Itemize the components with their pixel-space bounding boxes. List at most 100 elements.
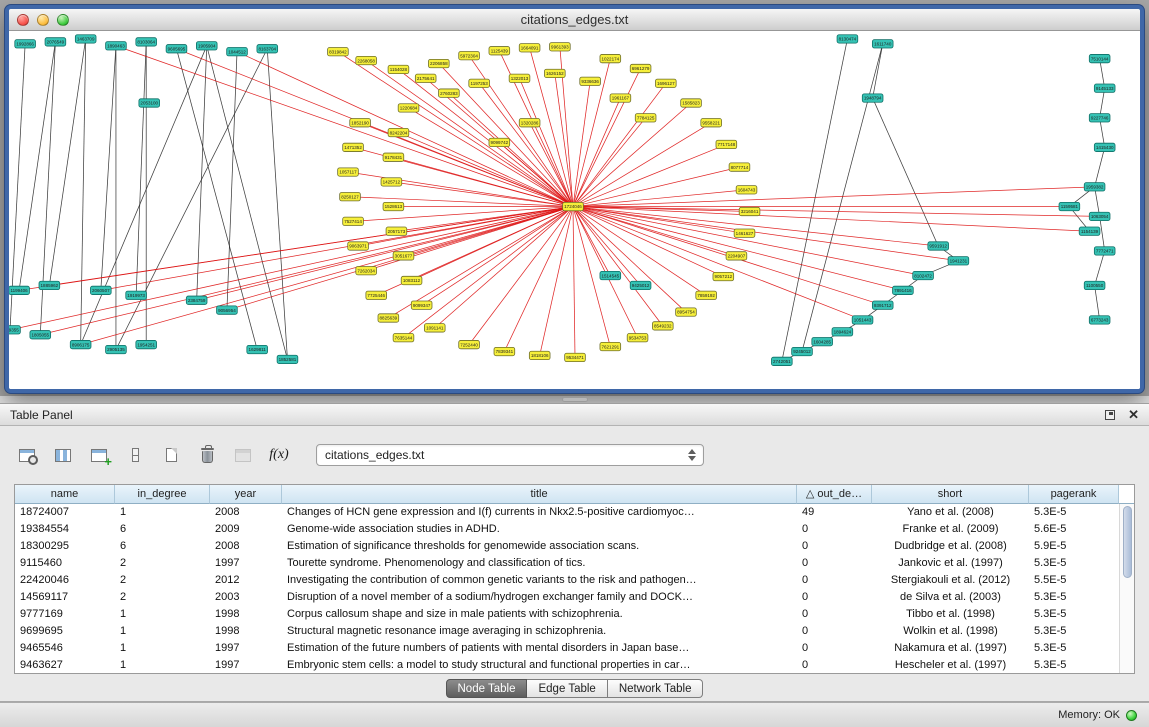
graph-node[interactable]: 1154139 [1079,227,1100,235]
graph-node[interactable]: 1083112 [401,276,422,284]
graph-node[interactable]: 9591912 [928,242,949,250]
graph-node[interactable]: 8242204 [388,128,409,136]
graph-node[interactable]: 2206858 [428,59,449,67]
close-panel-button[interactable]: ✕ [1128,408,1139,421]
graph-node[interactable]: 1100550 [1084,281,1105,289]
graph-node[interactable]: 3216041 [739,207,760,215]
graph-node[interactable]: 1852190 [350,119,371,127]
graph-node[interactable]: 9245012 [792,347,813,355]
graph-node[interactable]: 8163704 [257,45,278,53]
network-canvas[interactable]: 1724046185219014713521057117825012775274… [9,32,1140,389]
graph-node[interactable]: 1154028 [388,65,409,73]
graph-node[interactable]: 7262034 [356,266,377,274]
graph-node[interactable]: 9534753 [627,334,648,342]
graph-node[interactable]: 2057173 [386,227,407,235]
graph-node[interactable]: 9099742 [489,138,510,146]
graph-node[interactable]: 7772471 [1094,247,1115,255]
graph-node[interactable]: 9099347 [411,301,432,309]
graph-node[interactable]: 2175641 [415,74,436,82]
graph-node[interactable]: 1629811 [247,345,268,353]
zoom-window-button[interactable] [57,14,69,26]
graph-node[interactable]: 3051677 [393,252,414,260]
scrollbar-thumb[interactable] [1123,506,1132,578]
graph-node[interactable]: 1091141 [424,324,445,332]
table-row[interactable]: 969969511998Structural magnetic resonanc… [15,623,1134,640]
graph-node[interactable]: 2905135 [106,345,127,353]
graph-node[interactable]: 1941231 [948,257,969,265]
graph-node[interactable]: 1611740 [872,40,893,48]
graph-node[interactable]: 1890463 [106,42,127,50]
graph-node[interactable]: 1320286 [519,119,540,127]
graph-node[interactable]: 2268058 [356,56,377,64]
graph-node[interactable]: 1528613 [383,202,404,210]
graph-node[interactable]: 9619355 [9,326,20,334]
column-header-short[interactable]: short [872,485,1029,504]
column-header-title[interactable]: title [282,485,797,504]
graph-node[interactable]: 1992866 [15,40,36,48]
graph-node[interactable]: 9063971 [348,242,369,250]
graph-node[interactable]: 8250127 [340,193,361,201]
graph-node[interactable]: 7839341 [494,347,515,355]
graph-node[interactable]: 8549232 [652,322,673,330]
graph-node[interactable]: 1818106 [529,351,550,359]
graph-node[interactable]: 1514545 [600,271,621,279]
table-row[interactable]: 946362711997Embryonic stem cells: a mode… [15,657,1134,674]
table-row[interactable]: 911546021997Tourette syndrome. Phenomeno… [15,555,1134,572]
graph-node[interactable]: 1724046 [563,202,584,210]
row-options-button[interactable] [122,442,148,468]
graph-node[interactable]: 1051443 [852,316,873,324]
edit-table-button[interactable] [86,442,112,468]
graph-node[interactable]: 1805055 [30,331,51,339]
graph-node[interactable]: 1604285 [812,337,833,345]
graph-node[interactable]: 1626152 [544,69,565,77]
graph-node[interactable]: 2076549 [45,38,66,46]
graph-node[interactable]: 1220684 [398,104,419,112]
graph-node[interactable]: 9534471 [565,353,586,361]
table-row[interactable]: 977716911998Corpus callosum shape and si… [15,606,1134,623]
create-column-button[interactable] [158,442,184,468]
graph-node[interactable]: 8102472 [913,271,934,279]
network-graph[interactable]: 1724046185219014713521057117825012775274… [9,32,1140,389]
delete-column-button[interactable] [194,442,220,468]
graph-node[interactable]: 2384759 [186,296,207,304]
graph-node[interactable]: 7252440 [459,340,480,348]
graph-node[interactable]: 1057117 [338,168,359,176]
graph-node[interactable]: 1948794 [862,94,883,102]
graph-node[interactable]: 2053100 [139,99,160,107]
table-row[interactable]: 1872400712008Changes of HCN gene express… [15,504,1134,521]
graph-node[interactable]: 9145133 [1094,84,1115,92]
graph-node[interactable]: 7891416 [893,286,914,294]
graph-node[interactable]: 5972304 [459,51,480,59]
graph-node[interactable]: 9558221 [701,119,722,127]
graph-node[interactable]: 9056954 [217,306,238,314]
tab-network-table[interactable]: Network Table [608,679,704,698]
graph-node[interactable]: 1044512 [227,48,248,56]
network-file-select[interactable]: citations_edges.txt [316,444,704,466]
graph-node[interactable]: 1159581 [1059,202,1080,210]
graph-node[interactable]: 1959382 [1084,183,1105,191]
graph-node[interactable]: 1604743 [736,186,757,194]
graph-node[interactable]: 9605695 [166,45,187,53]
graph-node[interactable]: 9057212 [713,272,734,280]
graph-node[interactable]: 2742051 [771,357,792,365]
graph-node[interactable]: 9227746 [1089,114,1110,122]
graph-node[interactable]: 1463709 [75,35,96,43]
graph-node[interactable]: 9178431 [383,153,404,161]
graph-node[interactable]: 2760283 [439,89,460,97]
table-row[interactable]: 946554611997Estimation of the future num… [15,640,1134,657]
graph-node[interactable]: 9425012 [630,281,651,289]
graph-node[interactable]: 9336636 [580,77,601,85]
graph-node[interactable]: 6773243 [1089,316,1110,324]
graph-node[interactable]: 1415430 [1094,143,1115,151]
float-panel-button[interactable] [1105,410,1115,420]
graph-node[interactable]: 1063054 [1089,212,1110,220]
graph-node[interactable]: 1199406 [9,286,29,294]
graph-node[interactable]: 1664091 [519,44,540,52]
table-scrollbar[interactable] [1119,504,1134,673]
graph-node[interactable]: 8954754 [676,308,697,316]
graph-node[interactable]: 1471352 [343,143,364,151]
graph-node[interactable]: 2204907 [726,252,747,260]
graph-node[interactable]: 1125439 [489,47,510,55]
column-header-year[interactable]: year [210,485,282,504]
graph-node[interactable]: 8103064 [136,38,157,46]
